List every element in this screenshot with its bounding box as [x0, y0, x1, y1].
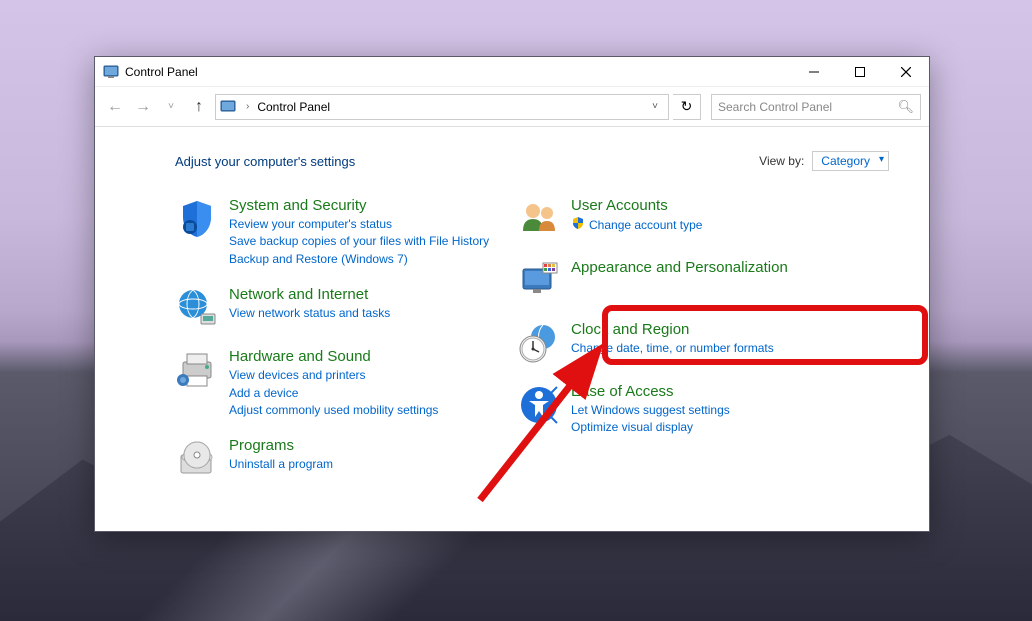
search-input[interactable]: [718, 100, 914, 114]
page-title: Adjust your computer's settings: [175, 154, 355, 169]
ease-of-access-icon: [517, 383, 561, 427]
category-link[interactable]: Review your computer's status: [229, 216, 489, 233]
category-link[interactable]: View devices and printers: [229, 367, 438, 384]
view-by-label: View by:: [759, 154, 804, 168]
view-by-control: View by: Category: [759, 151, 889, 171]
category-link[interactable]: Save backup copies of your files with Fi…: [229, 233, 489, 250]
category-link[interactable]: Add a device: [229, 385, 438, 402]
category-title[interactable]: Hardware and Sound: [229, 348, 438, 365]
category-ease-of-access: Ease of Access Let Windows suggest setti…: [517, 383, 847, 437]
shield-icon: [175, 197, 219, 241]
category-title[interactable]: Clock and Region: [571, 321, 774, 338]
category-title[interactable]: Programs: [229, 437, 333, 454]
category-title[interactable]: User Accounts: [571, 197, 702, 214]
address-bar[interactable]: › Control Panel ˅: [215, 94, 669, 120]
maximize-button[interactable]: [837, 57, 883, 86]
address-dropdown-button[interactable]: ˅: [646, 101, 664, 112]
category-link[interactable]: Optimize visual display: [571, 419, 730, 436]
category-appearance: Appearance and Personalization: [517, 259, 847, 303]
clock-globe-icon: [517, 321, 561, 365]
category-link[interactable]: Backup and Restore (Windows 7): [229, 251, 489, 268]
content-header: Adjust your computer's settings View by:…: [175, 151, 889, 171]
refresh-icon: ↻: [681, 98, 693, 115]
globe-network-icon: [175, 286, 219, 330]
uac-shield-icon: [571, 216, 585, 235]
nav-back-button[interactable]: ←: [103, 95, 127, 119]
close-icon: [901, 67, 911, 77]
nav-up-button[interactable]: ↑: [187, 95, 211, 119]
category-system-security: System and Security Review your computer…: [175, 197, 505, 268]
search-box[interactable]: 🔍︎: [711, 94, 921, 120]
control-panel-icon: [103, 64, 119, 80]
minimize-icon: [809, 67, 819, 77]
refresh-button[interactable]: ↻: [673, 94, 701, 120]
category-link[interactable]: Adjust commonly used mobility settings: [229, 402, 438, 419]
category-title[interactable]: System and Security: [229, 197, 489, 214]
chevron-right-icon: ›: [244, 101, 251, 112]
view-by-dropdown[interactable]: Category: [812, 151, 889, 171]
category-title[interactable]: Ease of Access: [571, 383, 730, 400]
window-title: Control Panel: [125, 65, 198, 79]
category-user-accounts: User Accounts Change account type: [517, 197, 847, 241]
titlebar: Control Panel: [95, 57, 929, 87]
category-title[interactable]: Network and Internet: [229, 286, 390, 303]
monitor-palette-icon: [517, 259, 561, 303]
category-link[interactable]: Let Windows suggest settings: [571, 402, 730, 419]
printer-icon: [175, 348, 219, 392]
control-panel-window: Control Panel ← → ˅ ↑ › Control Panel ˅: [94, 56, 930, 532]
minimize-button[interactable]: [791, 57, 837, 86]
search-icon: 🔍︎: [897, 99, 914, 115]
category-link[interactable]: View network status and tasks: [229, 305, 390, 322]
category-title[interactable]: Appearance and Personalization: [571, 259, 788, 276]
address-icon: [220, 99, 238, 115]
category-link[interactable]: Change account type: [571, 216, 702, 235]
window-controls: [791, 57, 929, 86]
breadcrumb-item[interactable]: Control Panel: [257, 100, 330, 114]
close-button[interactable]: [883, 57, 929, 86]
nav-forward-button[interactable]: →: [131, 95, 155, 119]
navigation-bar: ← → ˅ ↑ › Control Panel ˅ ↻ 🔍︎: [95, 87, 929, 127]
category-hardware: Hardware and Sound View devices and prin…: [175, 348, 505, 419]
category-link[interactable]: Uninstall a program: [229, 456, 333, 473]
category-programs: Programs Uninstall a program: [175, 437, 505, 481]
category-grid: System and Security Review your computer…: [175, 197, 889, 481]
nav-recent-dropdown[interactable]: ˅: [159, 95, 183, 119]
users-icon: [517, 197, 561, 241]
content-area: Adjust your computer's settings View by:…: [95, 127, 929, 531]
category-network: Network and Internet View network status…: [175, 286, 505, 330]
disc-icon: [175, 437, 219, 481]
maximize-icon: [855, 67, 865, 77]
category-clock-region: Clock and Region Change date, time, or n…: [517, 321, 847, 365]
category-link[interactable]: Change date, time, or number formats: [571, 340, 774, 357]
